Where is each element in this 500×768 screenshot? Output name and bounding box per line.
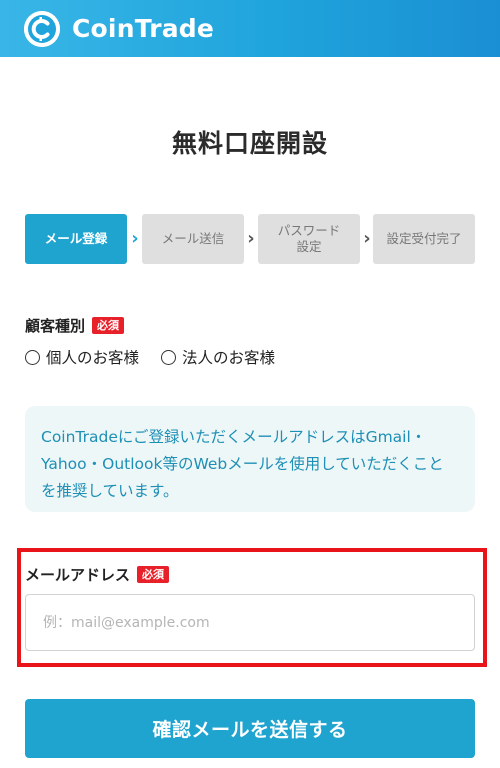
step-password-setup: パスワード 設定 (258, 214, 360, 264)
step-setup-complete: 設定受付完了 (373, 214, 475, 264)
app-name: CoinTrade (72, 14, 215, 43)
email-label-row: メールアドレス 必須 (25, 564, 170, 585)
webmail-notice: CoinTradeにご登録いただくメールアドレスはGmail・Yahoo・Out… (25, 406, 475, 512)
customer-type-options: 個人のお客様 法人のお客様 (25, 346, 297, 368)
send-confirmation-button[interactable]: 確認メールを送信する (25, 699, 475, 758)
required-badge: 必須 (137, 566, 170, 583)
radio-circle-icon[interactable] (25, 349, 40, 365)
step-email-sent: メール送信 (142, 214, 244, 264)
radio-individual-label: 個人のお客様 (46, 349, 140, 367)
page-title: 無料口座開設 (171, 129, 328, 158)
step-email-registration: メール登録 (25, 214, 127, 264)
app-header: CoinTrade (0, 0, 500, 57)
radio-corporate[interactable]: 法人のお客様 (161, 346, 275, 368)
radio-individual[interactable]: 個人のお客様 (25, 346, 139, 368)
email-label: メールアドレス (25, 566, 131, 584)
chevron-right-icon: › (247, 228, 255, 249)
coin-logo-icon (24, 10, 60, 47)
registration-steps: メール登録 › メール送信 › パスワード 設定 › 設定受付完了 (25, 214, 475, 264)
email-input[interactable] (25, 594, 475, 651)
radio-circle-icon[interactable] (161, 349, 177, 365)
customer-type-label-row: 顧客種別 必須 (25, 315, 125, 336)
chevron-right-icon: › (363, 228, 371, 249)
required-badge: 必須 (92, 317, 125, 334)
radio-corporate-label: 法人のお客様 (182, 349, 276, 367)
chevron-right-icon: › (131, 228, 139, 249)
customer-type-label: 顧客種別 (25, 317, 86, 335)
